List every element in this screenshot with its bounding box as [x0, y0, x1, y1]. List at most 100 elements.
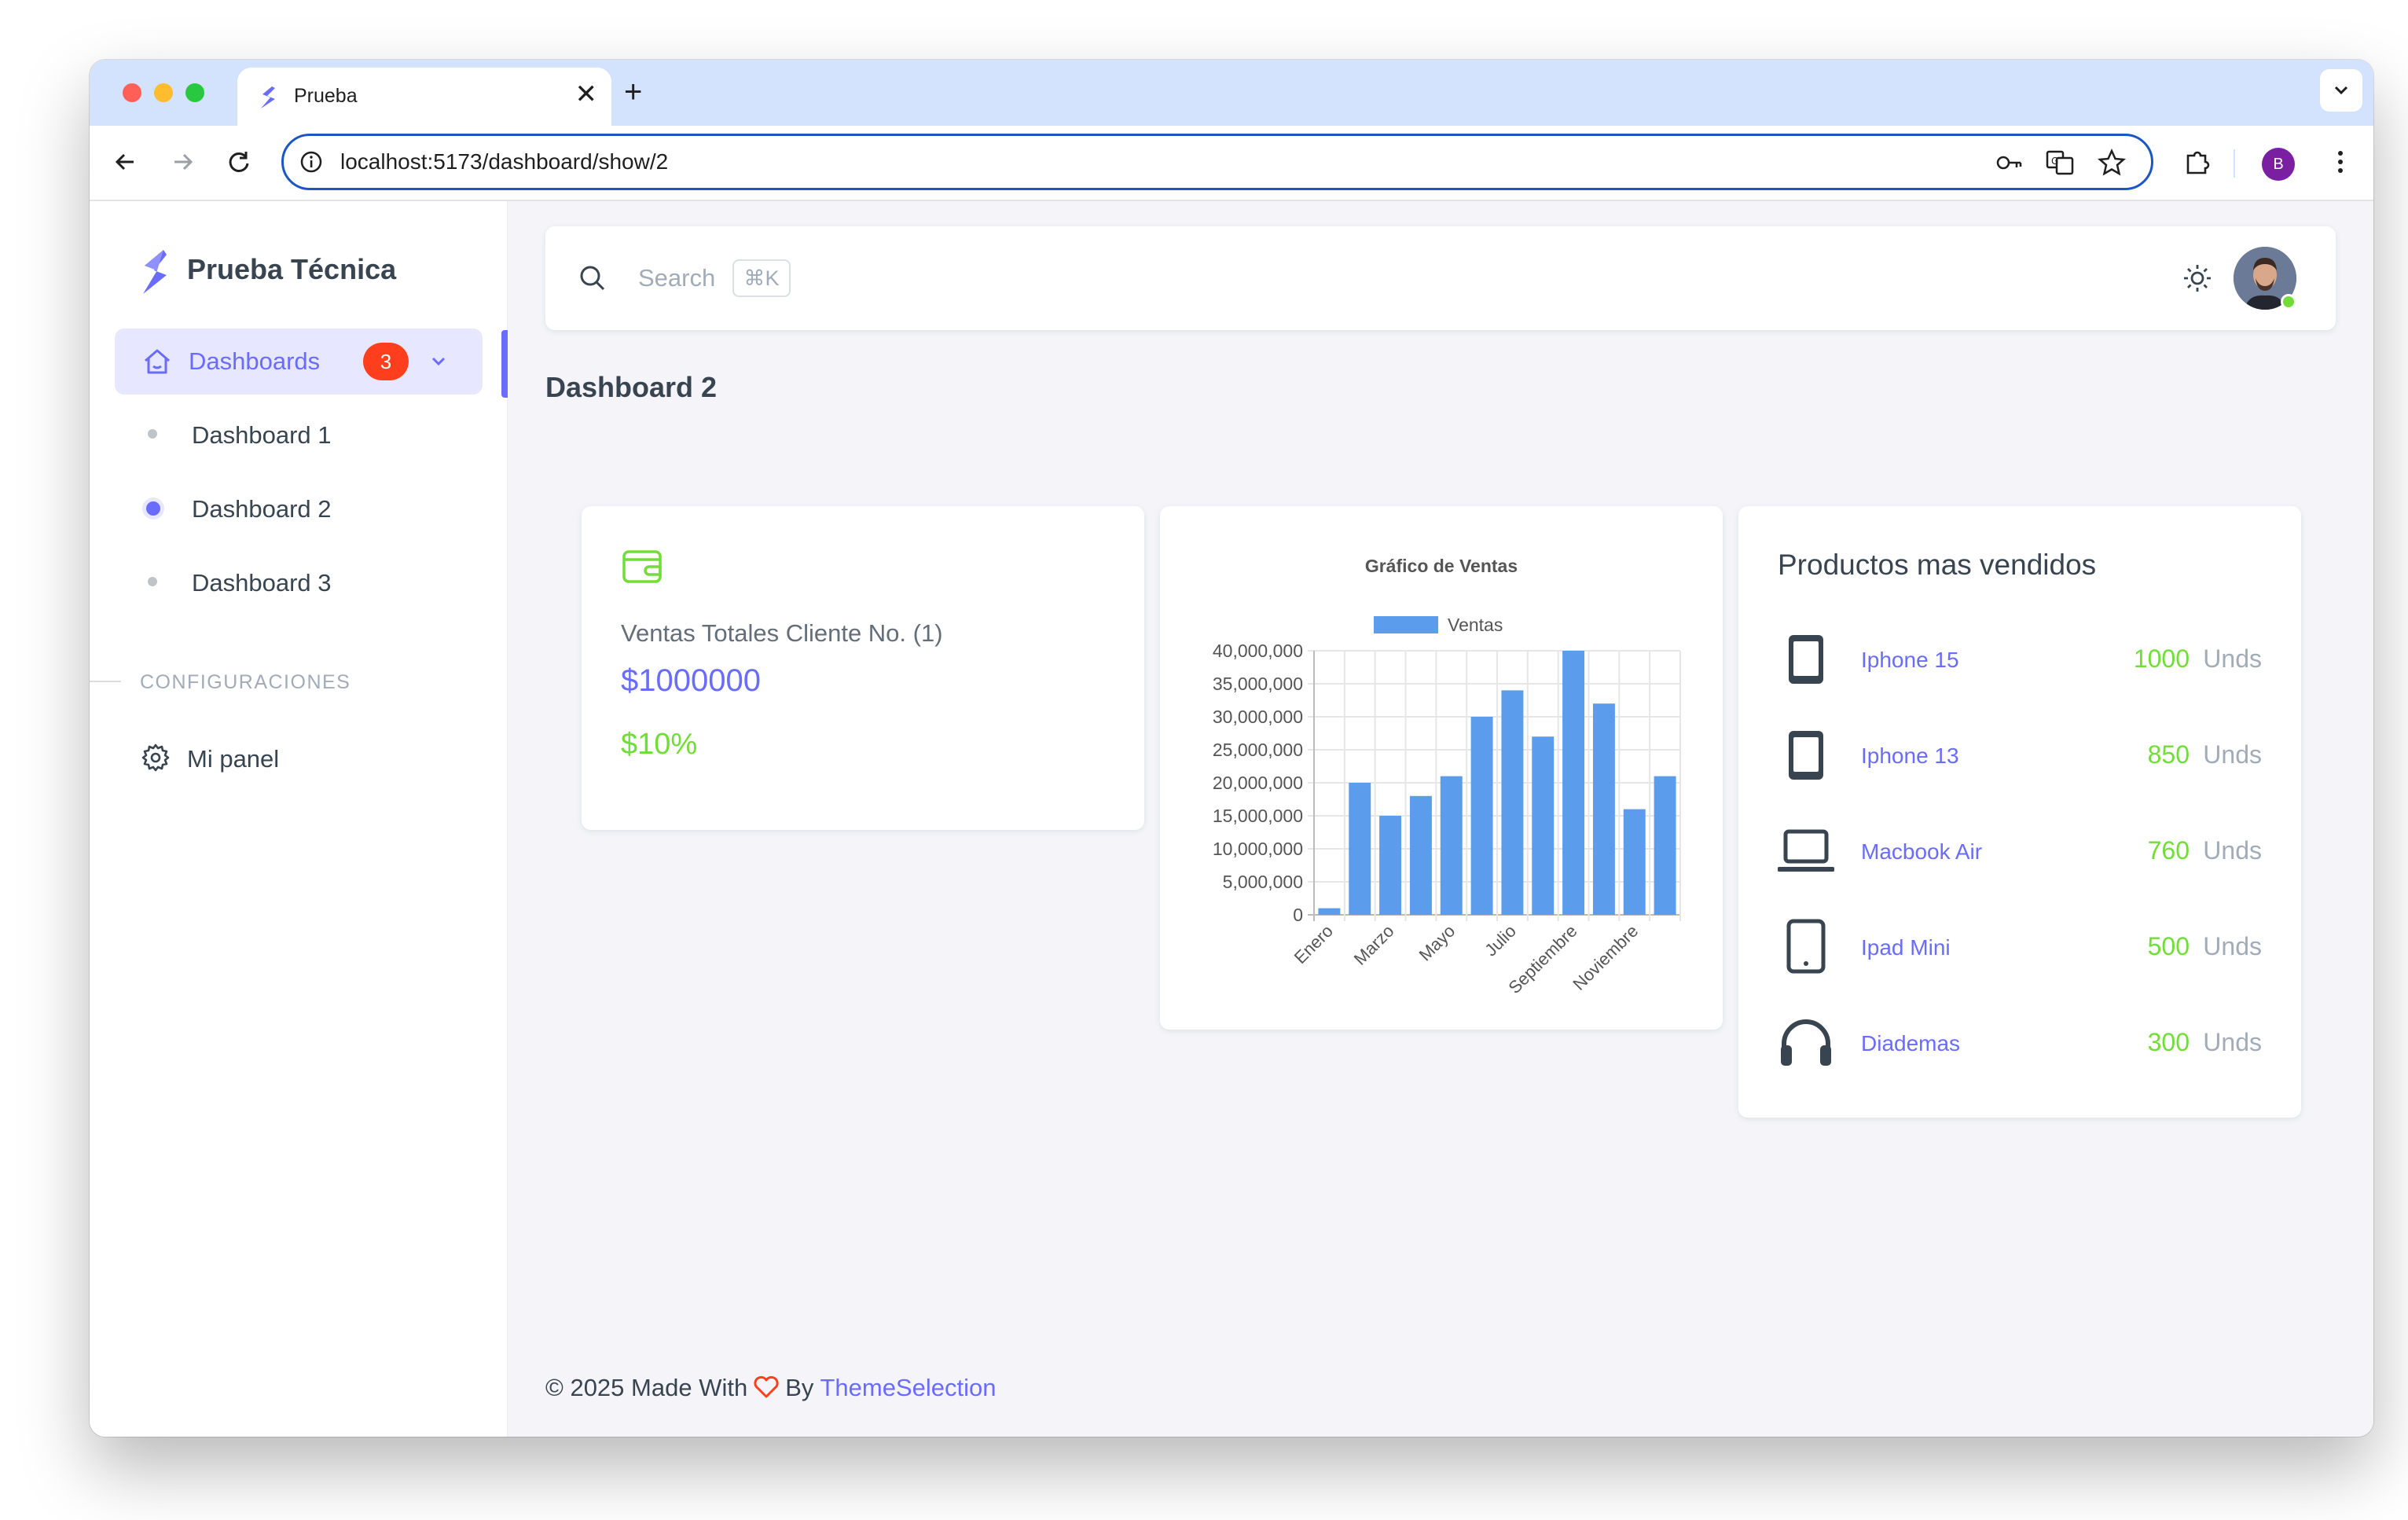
- bar-febrero[interactable]: [1349, 783, 1371, 915]
- bar-mayo[interactable]: [1440, 776, 1463, 915]
- bar-julio[interactable]: [1501, 690, 1524, 915]
- laptop-icon: [1778, 829, 1834, 872]
- y-tick-label: 25,000,000: [1213, 740, 1303, 760]
- sales-bar-chart: Gráfico de Ventas Ventas 0 5,000,000 10,00…: [1213, 556, 1681, 997]
- tab-strip: Prueba ✕ +: [90, 60, 2373, 126]
- reload-icon[interactable]: [222, 145, 256, 179]
- product-name[interactable]: Iphone 15: [1861, 648, 1959, 673]
- sales-total-label: Ventas Totales Cliente No. (1): [621, 619, 943, 647]
- close-tab-icon[interactable]: ✕: [575, 79, 598, 110]
- phone-icon: [1789, 635, 1823, 684]
- address-bar[interactable]: localhost:5173/dashboard/show/2 G: [281, 134, 2153, 190]
- sidebar-item-dashboard-1[interactable]: Dashboard 1: [90, 410, 508, 457]
- browser-toolbar: localhost:5173/dashboard/show/2 G B: [90, 126, 2373, 201]
- product-name[interactable]: Ipad Mini: [1861, 935, 1951, 960]
- top-products-title: Productos mas vendidos: [1778, 549, 2097, 581]
- product-name[interactable]: Iphone 13: [1861, 743, 1959, 769]
- product-quantity: 760: [2147, 836, 2190, 865]
- close-window-button[interactable]: [123, 83, 141, 102]
- online-status-dot: [2281, 294, 2296, 310]
- page-title: Dashboard 2: [545, 371, 718, 403]
- sales-percentage: $10%: [621, 728, 698, 761]
- y-tick-label: 40,000,000: [1213, 641, 1303, 661]
- url-text[interactable]: localhost:5173/dashboard/show/2: [340, 149, 668, 174]
- site-info-icon[interactable]: [298, 149, 325, 175]
- list-item: Ipad Mini 500 Unds: [1738, 904, 2301, 975]
- maximize-window-button[interactable]: [185, 83, 204, 102]
- bullet-icon: [148, 429, 157, 439]
- bar-noviembre[interactable]: [1623, 809, 1646, 915]
- brand-logo-icon: [143, 250, 167, 294]
- home-icon: [145, 349, 170, 374]
- translate-icon[interactable]: G: [2044, 147, 2076, 178]
- search-input[interactable]: Search: [638, 264, 715, 292]
- sidebar-item-label: Dashboard 3: [192, 569, 332, 597]
- bar-agosto[interactable]: [1532, 736, 1555, 915]
- new-tab-button[interactable]: +: [624, 74, 642, 110]
- sales-summary-card: Ventas Totales Cliente No. (1) $1000000 …: [582, 506, 1144, 830]
- brand-logo-icon: [261, 86, 275, 108]
- product-name[interactable]: Diademas: [1861, 1031, 1960, 1056]
- bar-octubre[interactable]: [1592, 703, 1615, 915]
- tab-search-button[interactable]: [2320, 69, 2362, 112]
- section-title-configuraciones: CONFIGURACIONES: [140, 671, 351, 693]
- y-tick-label: 35,000,000: [1213, 674, 1303, 694]
- sun-icon[interactable]: [2180, 261, 2215, 296]
- footer-copyright: © 2025 Made With: [545, 1374, 748, 1401]
- search-icon[interactable]: [577, 263, 608, 294]
- bar-marzo[interactable]: [1379, 816, 1402, 915]
- toolbar-separator: [2234, 149, 2235, 178]
- y-tick-label: 15,000,000: [1213, 806, 1303, 826]
- chart-x-axis: Enero Marzo Mayo JulioSeptiembreNoviembre: [1290, 921, 1643, 997]
- key-icon[interactable]: [1994, 147, 2025, 178]
- product-name[interactable]: Macbook Air: [1861, 839, 1982, 865]
- browser-tab[interactable]: Prueba ✕: [237, 68, 611, 126]
- x-tick-label: Mayo: [1415, 921, 1459, 965]
- bar-septiembre[interactable]: [1562, 651, 1585, 915]
- bar-enero[interactable]: [1318, 908, 1341, 915]
- list-item: Iphone 13 850 Unds: [1738, 712, 2301, 783]
- sidebar-item-mi-panel[interactable]: Mi panel: [187, 745, 279, 773]
- chart-title: Gráfico de Ventas: [1365, 556, 1518, 576]
- list-item: Diademas 300 Unds: [1738, 1000, 2301, 1070]
- footer-themeselection-link[interactable]: ThemeSelection: [820, 1374, 996, 1401]
- product-quantity: 300: [2147, 1028, 2190, 1056]
- bar-abril[interactable]: [1409, 795, 1432, 915]
- section-divider: [90, 681, 121, 682]
- profile-avatar-button[interactable]: B: [2262, 148, 2295, 181]
- y-tick-label: 10,000,000: [1213, 839, 1303, 859]
- sidebar-item-label: Dashboard 1: [192, 421, 332, 449]
- sidebar-item-dashboard-3[interactable]: Dashboard 3: [90, 558, 508, 605]
- sidebar-item-dashboard-2[interactable]: Dashboard 2: [90, 484, 508, 531]
- sidebar-item-label: Dashboard 2: [192, 495, 332, 523]
- menu-dashboards[interactable]: Dashboards 3: [115, 329, 483, 395]
- product-unit: Unds: [2203, 644, 2262, 673]
- minimize-window-button[interactable]: [154, 83, 173, 102]
- y-tick-label: 30,000,000: [1213, 707, 1303, 727]
- product-quantity: 500: [2147, 932, 2190, 960]
- legend-label: Ventas: [1448, 615, 1503, 635]
- app-content: Prueba Técnica Dashboards 3 Dashboard 1: [90, 201, 2373, 1437]
- x-tick-label: Enero: [1290, 921, 1337, 967]
- y-tick-label: 0: [1293, 905, 1303, 925]
- x-tick-label: Marzo: [1350, 921, 1398, 969]
- top-products-card: Productos mas vendidos Iphone 15 1000 Un…: [1738, 506, 2301, 1118]
- bar-junio[interactable]: [1470, 717, 1493, 915]
- extensions-puzzle-icon[interactable]: [2180, 145, 2215, 179]
- chart-y-axis: 0 5,000,000 10,000,000 15,000,000 20,000,000…: [1213, 641, 1303, 925]
- x-tick-label: Julio: [1481, 921, 1520, 960]
- back-arrow-icon[interactable]: [108, 145, 143, 179]
- wallet-icon: [622, 550, 662, 583]
- chevron-down-icon[interactable]: [428, 351, 450, 373]
- dashboards-count-badge: 3: [363, 343, 409, 380]
- more-vertical-icon[interactable]: [2323, 145, 2358, 179]
- chevron-down-icon: [2334, 86, 2348, 95]
- product-quantity: 1000: [2133, 644, 2190, 673]
- bar-diciembre[interactable]: [1654, 776, 1676, 915]
- footer-by: By: [785, 1374, 814, 1401]
- gear-icon[interactable]: [140, 742, 171, 773]
- bookmark-star-icon[interactable]: [2096, 147, 2127, 178]
- top-navbar: Search ⌘K: [545, 226, 2336, 330]
- tablet-icon: [1786, 919, 1826, 974]
- forward-arrow-icon[interactable]: [165, 145, 200, 179]
